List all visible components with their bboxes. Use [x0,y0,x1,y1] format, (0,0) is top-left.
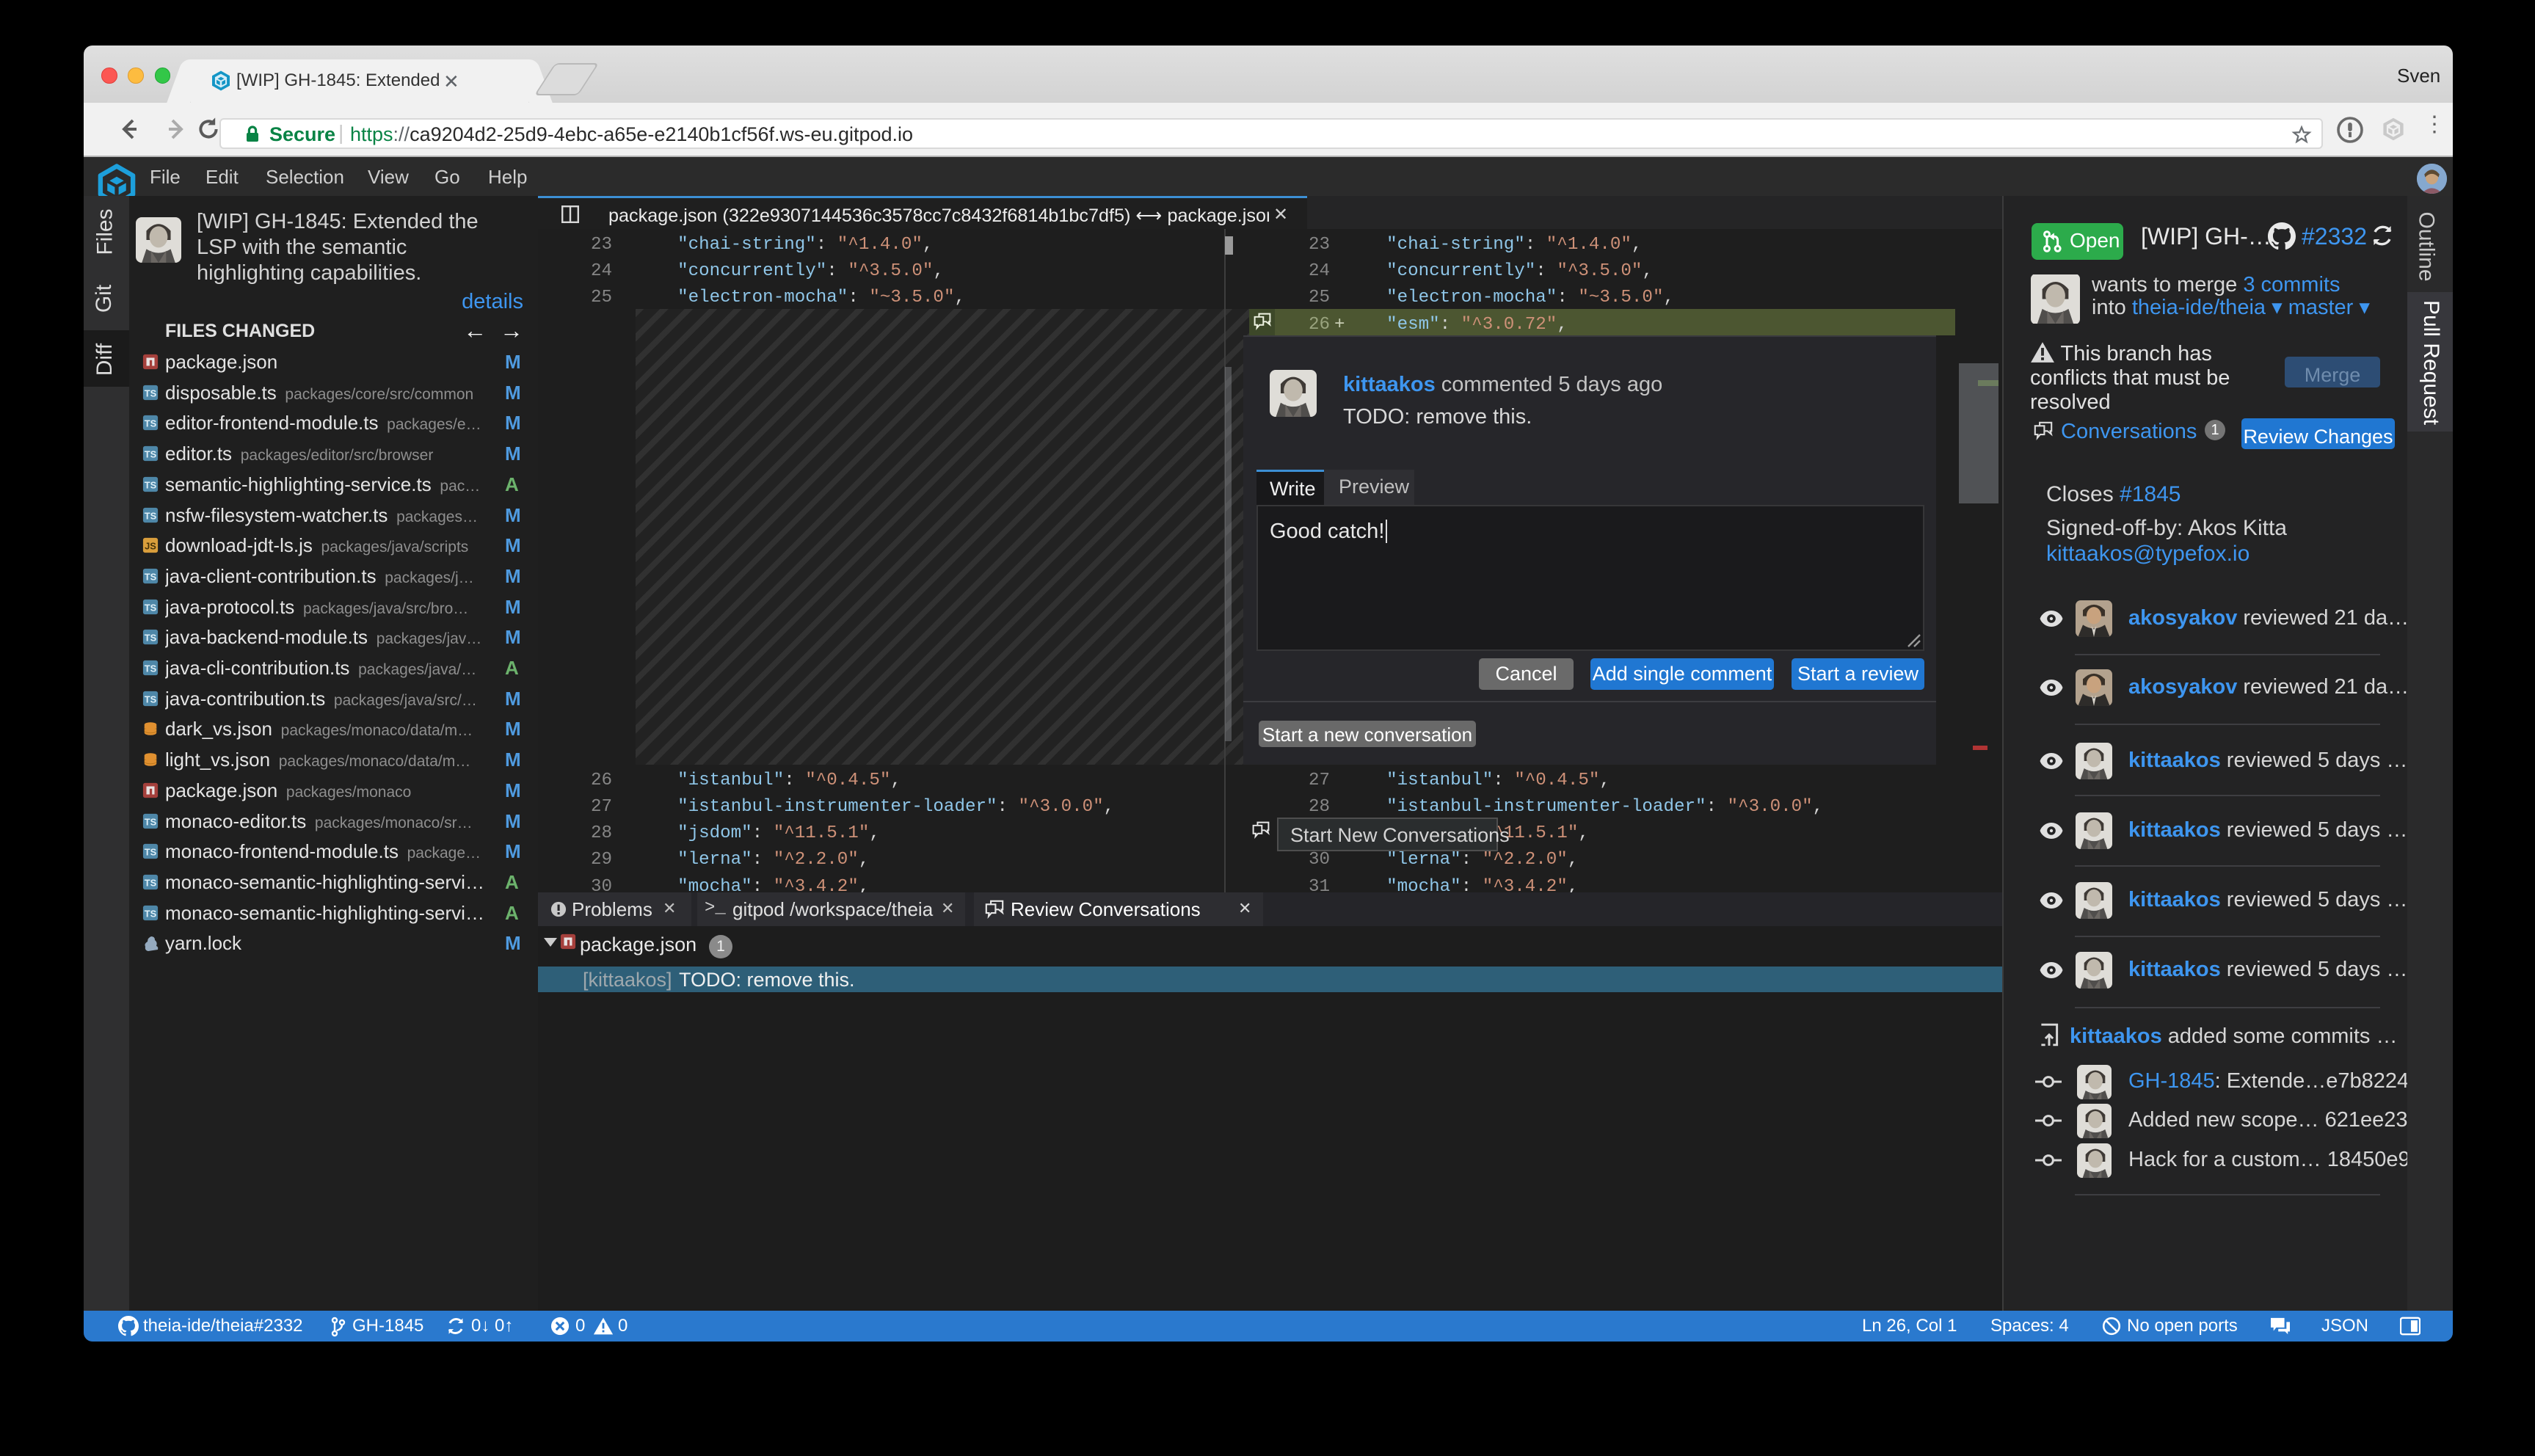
svg-text:TS: TS [145,694,157,705]
svg-text:TS: TS [145,816,157,827]
svg-text:TS: TS [145,418,157,429]
svg-text:TS: TS [145,633,157,644]
svg-text:TS: TS [145,908,157,919]
svg-text:TS: TS [145,847,157,858]
svg-text:TS: TS [145,877,157,888]
svg-text:TS: TS [145,510,157,521]
svg-text:TS: TS [145,479,157,490]
svg-text:TS: TS [145,449,157,460]
svg-text:TS: TS [145,602,157,613]
svg-text:TS: TS [145,571,157,582]
svg-text:TS: TS [145,387,157,398]
svg-text:TS: TS [145,663,157,674]
svg-text:JS: JS [145,541,156,552]
